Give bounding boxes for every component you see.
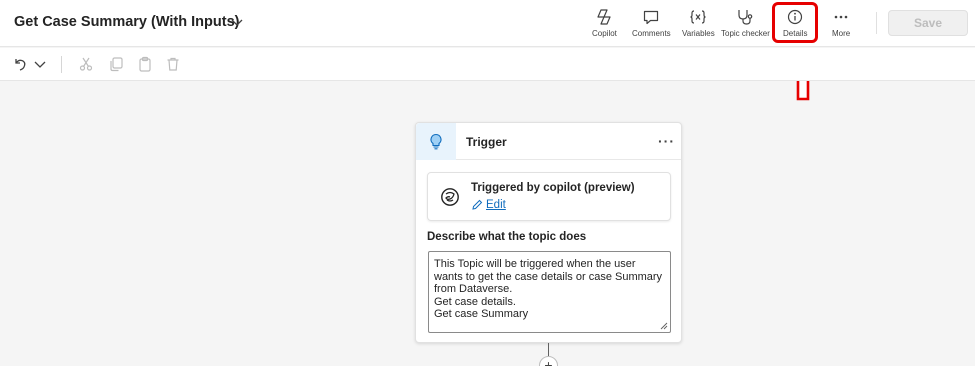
edit-trigger-link[interactable]: Edit (471, 199, 506, 211)
toolbar-divider (61, 56, 62, 73)
trigger-type-box: Triggered by copilot (preview) Edit (427, 172, 671, 221)
copilot-logo-icon (441, 188, 459, 206)
edit-toolbar (0, 48, 975, 81)
more-button[interactable]: More (832, 8, 850, 40)
trigger-card-title: Trigger (466, 135, 507, 149)
card-more-icon[interactable]: ··· (658, 133, 675, 149)
node-connector-line (548, 343, 549, 357)
details-button[interactable]: Details (783, 8, 807, 40)
header-divider (876, 12, 877, 34)
pencil-icon (472, 199, 483, 210)
copy-icon[interactable] (108, 56, 124, 72)
stethoscope-icon (738, 10, 753, 25)
copilot-button[interactable]: Copilot (592, 8, 617, 40)
delete-icon[interactable] (165, 56, 181, 72)
topic-title: Get Case Summary (With Inputs) (14, 14, 240, 30)
info-icon (788, 9, 803, 25)
chevron-down-icon[interactable] (230, 15, 244, 29)
trigger-icon-box (416, 123, 456, 160)
trigger-card-header: Trigger ··· (416, 123, 681, 160)
resize-grip-icon[interactable] (660, 322, 668, 330)
undo-icon[interactable] (12, 56, 28, 72)
lightbulb-icon (430, 133, 442, 150)
description-textarea[interactable]: This Topic will be triggered when the us… (428, 251, 671, 333)
description-label: Describe what the topic does (427, 231, 587, 243)
copilot-icon (597, 9, 612, 25)
comments-button[interactable]: Comments (632, 8, 671, 40)
more-icon (834, 15, 848, 19)
cut-icon[interactable] (78, 56, 94, 72)
variables-button[interactable]: Variables (682, 8, 715, 40)
paste-icon[interactable] (137, 56, 153, 72)
trigger-node-card[interactable]: Trigger ··· Triggered by copilot (previe… (415, 122, 682, 343)
topic-checker-button[interactable]: Topic checker (721, 8, 770, 40)
variables-icon (690, 10, 706, 24)
topic-header: Get Case Summary (With Inputs) Copilot C… (0, 0, 975, 47)
comment-icon (644, 10, 659, 25)
edit-link-label: Edit (486, 199, 506, 211)
save-button[interactable]: Save (888, 10, 968, 36)
trigger-type-title: Triggered by copilot (preview) (471, 182, 635, 194)
chevron-down-icon[interactable] (32, 56, 48, 72)
add-node-button[interactable]: + (539, 356, 558, 366)
